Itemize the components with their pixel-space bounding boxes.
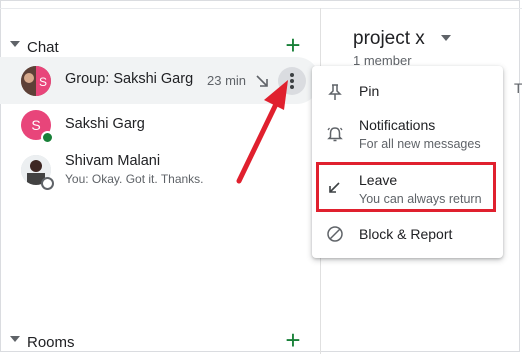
chat-section-title: Chat [27, 39, 59, 56]
chat-time: 23 min [207, 73, 247, 88]
chat-row-shivam-malani[interactable]: Shivam Malani You: Okay. Got it. Thanks. [0, 149, 320, 195]
menu-item-sublabel: For all new messages [359, 137, 481, 151]
block-icon [327, 226, 343, 242]
title-dropdown-icon[interactable] [441, 35, 451, 41]
menu-item-label: Block & Report [359, 226, 453, 242]
add-room-icon[interactable]: + [282, 327, 304, 353]
menu-item-label: Notifications [359, 117, 436, 133]
page-title[interactable]: project x [353, 28, 425, 50]
bell-icon [327, 127, 343, 142]
group-avatar: S [21, 66, 51, 96]
chat-name: Group: Sakshi Garg [65, 71, 194, 87]
pin-icon [328, 84, 342, 100]
group-avatar-photo-icon: S [21, 66, 51, 96]
rooms-section-header[interactable]: Rooms + [0, 323, 321, 363]
chat-row-group-sakshi-garg[interactable]: S Group: Sakshi Garg 23 min [0, 57, 320, 104]
sidebar: Chat + S Group: Sakshi Garg 23 min S Sak… [0, 8, 321, 354]
leave-highlight-box [316, 162, 496, 212]
collapse-caret-icon[interactable] [10, 336, 20, 342]
online-status-dot [41, 131, 54, 144]
add-chat-icon[interactable]: + [282, 32, 304, 58]
leave-arrow-icon [256, 75, 268, 87]
menu-item-block-report[interactable]: Block & Report [312, 218, 503, 252]
chat-preview: You: Okay. Got it. Thanks. [65, 172, 204, 186]
chat-name: Shivam Malani [65, 153, 161, 169]
svg-text:S: S [39, 75, 47, 89]
menu-item-label: Pin [359, 83, 380, 99]
collapse-caret-icon[interactable] [10, 41, 20, 47]
menu-item-notifications[interactable]: Notifications For all new messages [312, 111, 503, 159]
rooms-section-title: Rooms [27, 334, 75, 351]
chat-row-sakshi-garg[interactable]: S Sakshi Garg [0, 107, 320, 147]
menu-item-pin[interactable]: Pin [312, 74, 503, 108]
more-options-button[interactable] [278, 67, 306, 95]
chat-name: Sakshi Garg [65, 116, 145, 132]
tab-partial-label[interactable]: T [514, 80, 522, 96]
away-status-dot [41, 177, 54, 190]
